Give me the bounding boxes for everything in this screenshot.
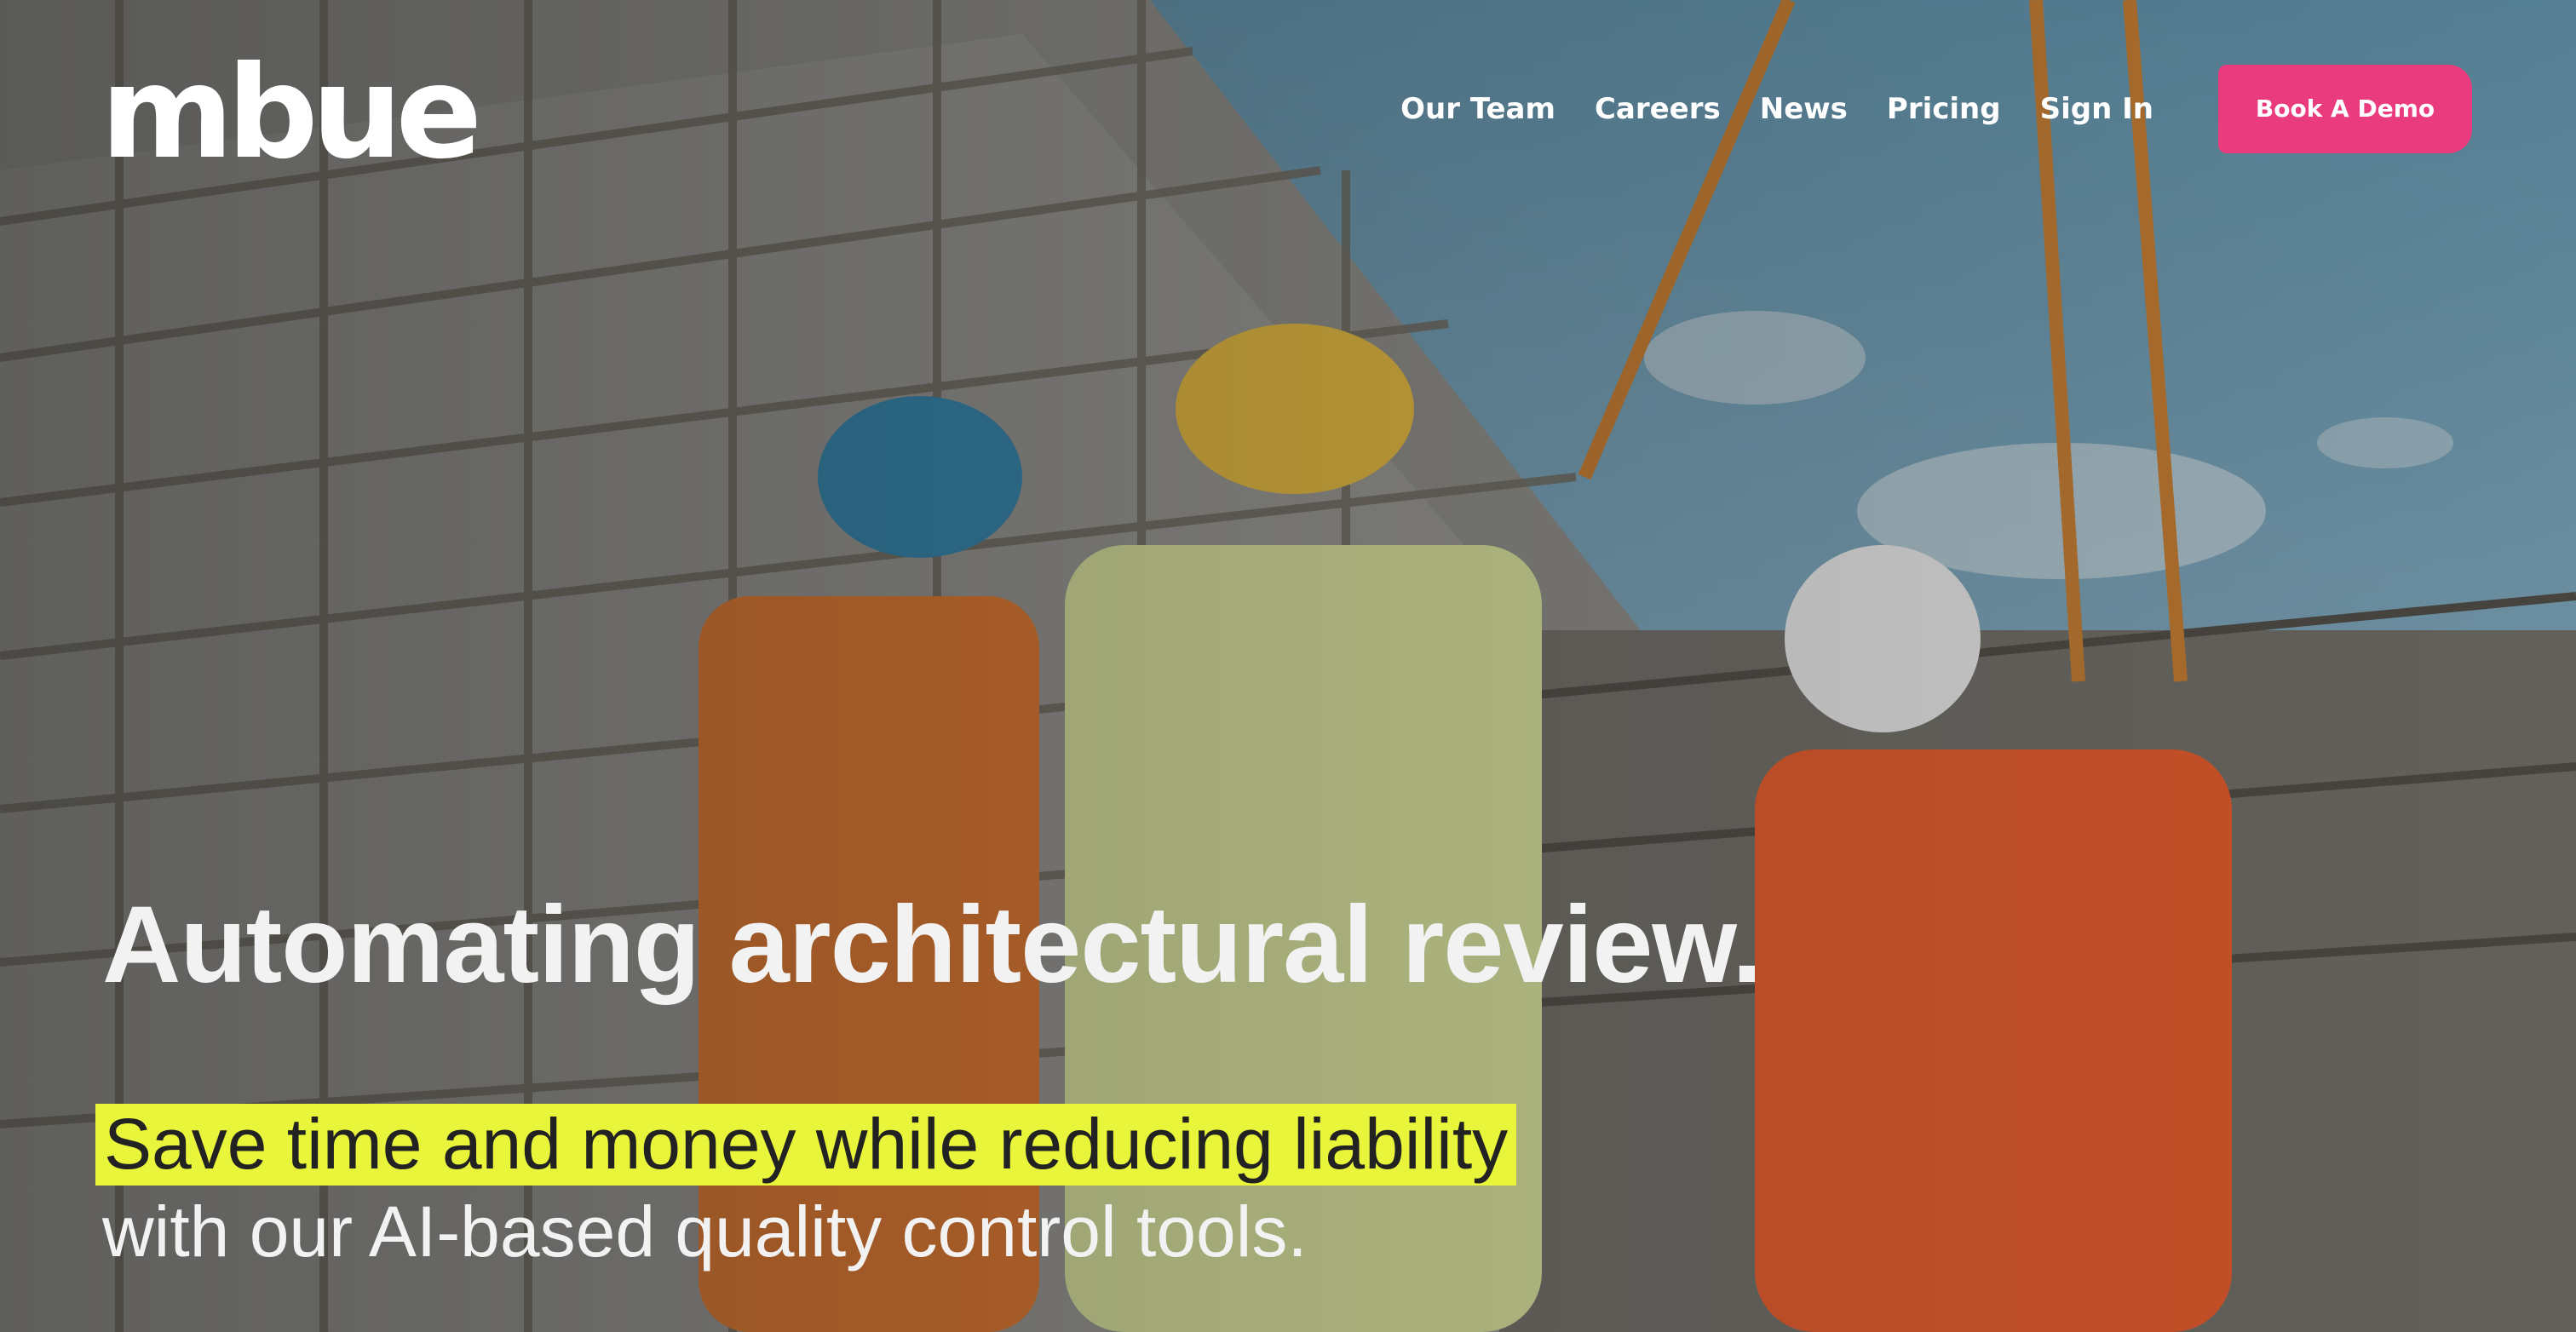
hero-section: mbue Our Team Careers News Pricing Sign … — [0, 0, 2576, 1332]
nav-item-news[interactable]: News — [1760, 92, 1848, 126]
mbue-logo[interactable]: mbue — [101, 49, 482, 177]
hero-headline: Automating architectural review. — [102, 884, 1762, 1006]
subheadline-highlight: Save time and money while reducing liabi… — [95, 1104, 1517, 1186]
subheadline-highlight-text: Save time and money while reducing liabi… — [104, 1104, 1509, 1184]
nav-item-pricing[interactable]: Pricing — [1887, 92, 2001, 126]
nav-item-our-team[interactable]: Our Team — [1400, 92, 1555, 126]
nav-item-careers[interactable]: Careers — [1595, 92, 1721, 126]
subheadline-rest: with our AI-based quality control tools. — [102, 1191, 1308, 1272]
book-a-demo-button[interactable]: Book A Demo — [2218, 64, 2472, 153]
nav-item-sign-in[interactable]: Sign In — [2040, 92, 2153, 126]
main-nav: Our Team Careers News Pricing Sign In Bo… — [1361, 0, 2576, 217]
